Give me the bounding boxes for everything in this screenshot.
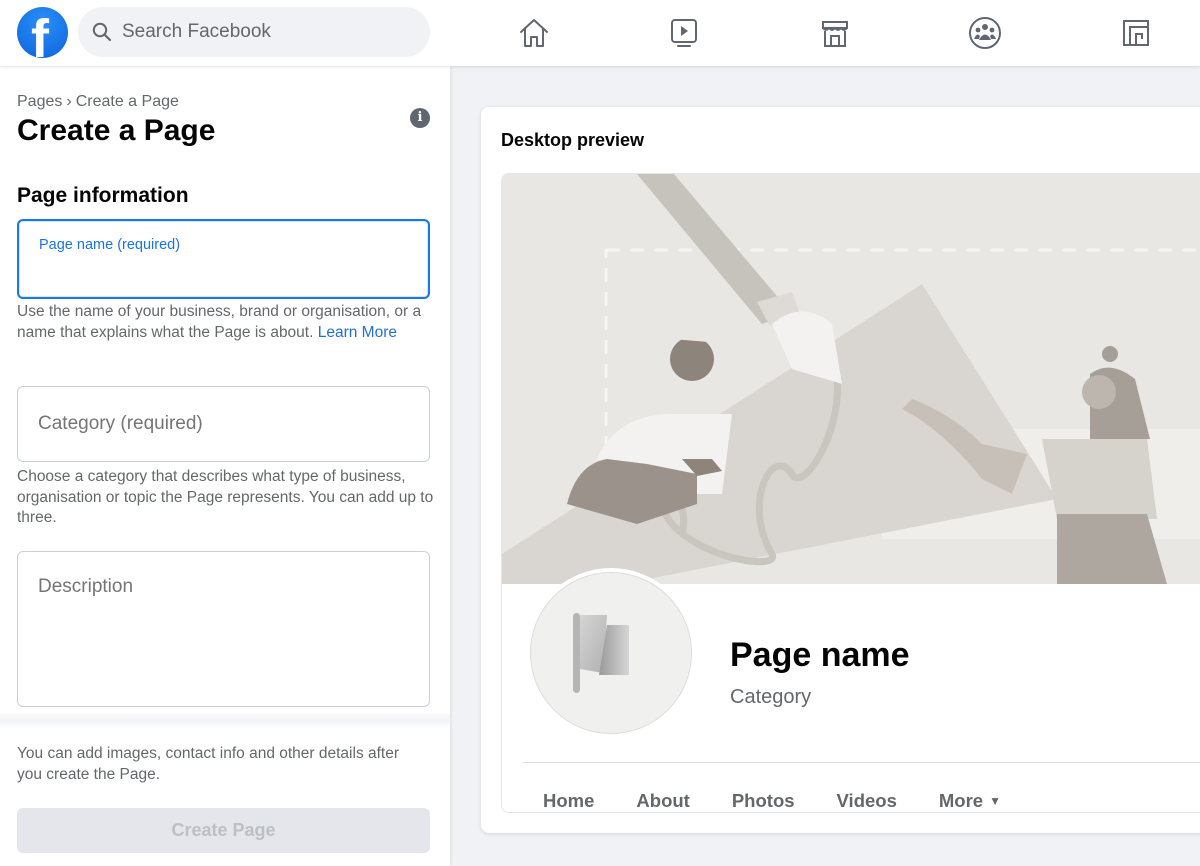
marketplace-icon bbox=[822, 21, 848, 47]
top-navigation-bar: f bbox=[0, 0, 1200, 66]
search-icon bbox=[92, 22, 112, 42]
page-name-field[interactable]: Page name (required) bbox=[17, 219, 430, 299]
profile-picture-placeholder bbox=[526, 568, 696, 738]
create-page-button[interactable]: Create Page bbox=[17, 808, 430, 853]
footer-divider bbox=[0, 714, 450, 728]
home-icon bbox=[520, 19, 548, 47]
nav-groups[interactable] bbox=[965, 13, 1005, 53]
preview-tab-more[interactable]: More ▼ bbox=[939, 790, 1001, 812]
section-title-page-information: Page information bbox=[17, 184, 189, 207]
flag-icon bbox=[573, 613, 629, 693]
facebook-logo[interactable]: f bbox=[17, 7, 68, 58]
preview-tab-photos[interactable]: Photos bbox=[732, 790, 795, 812]
footer-note: You can add images, contact info and oth… bbox=[17, 745, 400, 783]
preview-page-name: Page name bbox=[730, 636, 910, 674]
nav-home[interactable] bbox=[514, 13, 554, 53]
caret-down-icon: ▼ bbox=[989, 794, 1001, 808]
page-name-label: Page name (required) bbox=[39, 237, 181, 253]
preview-tabs: Home About Photos Videos More ▼ bbox=[543, 790, 1043, 812]
watch-icon bbox=[671, 19, 697, 47]
create-page-panel: Pages › Create a Page Create a Page i Page… bbox=[0, 66, 450, 866]
page-name-input[interactable] bbox=[39, 261, 416, 287]
preview-tab-more-label: More bbox=[938, 790, 984, 811]
preview-title: Desktop preview bbox=[501, 130, 645, 150]
page-title: Create a Page bbox=[17, 114, 216, 147]
description-input[interactable] bbox=[38, 576, 417, 696]
breadcrumb-separator: › bbox=[66, 93, 72, 110]
nav-watch[interactable] bbox=[664, 13, 704, 53]
desktop-preview-card: Desktop preview Page name Category Home … bbox=[481, 107, 1200, 833]
preview-tab-about[interactable]: About bbox=[636, 790, 689, 812]
facebook-logo-letter: f bbox=[31, 9, 49, 58]
breadcrumb-pages[interactable]: Pages bbox=[17, 93, 62, 110]
page-name-help: Use the name of your business, brand or … bbox=[17, 302, 437, 343]
page-preview: Page name Category Home About Photos Vid… bbox=[501, 173, 1200, 813]
info-icon[interactable]: i bbox=[410, 108, 430, 128]
nav-marketplace[interactable] bbox=[815, 13, 855, 53]
breadcrumb-current: Create a Page bbox=[75, 93, 179, 110]
preview-tab-home[interactable]: Home bbox=[543, 790, 594, 812]
cover-illustration bbox=[502, 174, 1200, 584]
category-input[interactable] bbox=[38, 387, 417, 461]
category-field[interactable] bbox=[17, 386, 430, 462]
preview-category: Category bbox=[730, 686, 812, 708]
search-input[interactable] bbox=[122, 7, 412, 57]
cover-illustration-art bbox=[502, 174, 1200, 584]
preview-divider bbox=[523, 762, 1200, 763]
description-field[interactable] bbox=[17, 551, 430, 707]
nav-gaming[interactable] bbox=[1116, 13, 1156, 53]
breadcrumb: Pages › Create a Page bbox=[17, 93, 179, 111]
gaming-icon bbox=[1123, 20, 1149, 46]
search-bar[interactable] bbox=[78, 7, 430, 57]
category-help: Choose a category that describes what ty… bbox=[17, 468, 434, 526]
groups-icon bbox=[969, 17, 1001, 49]
preview-tab-videos[interactable]: Videos bbox=[837, 790, 897, 812]
learn-more-link[interactable]: Learn More bbox=[318, 324, 397, 341]
